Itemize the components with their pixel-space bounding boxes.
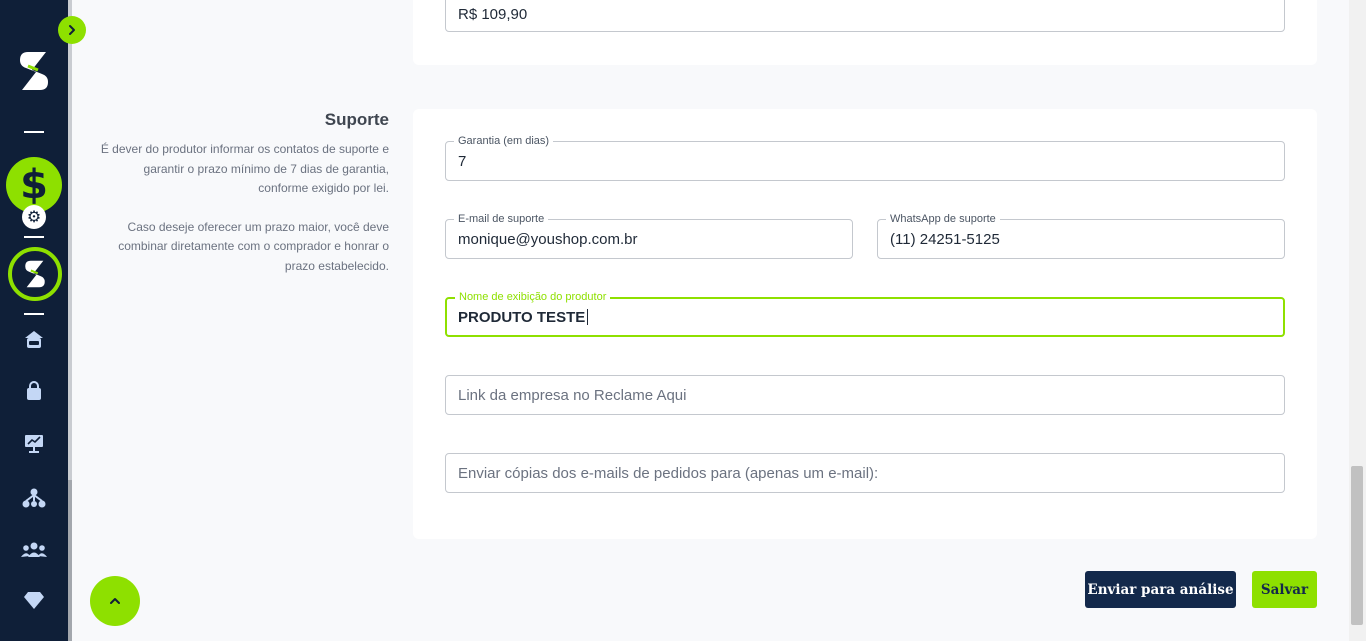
settings-button[interactable]: ⚙	[22, 205, 46, 229]
page-scrollbar-thumb[interactable]	[1351, 466, 1363, 625]
app-switcher[interactable]	[8, 247, 62, 301]
save-button[interactable]: Salvar	[1252, 571, 1317, 608]
presentation-chart-icon	[25, 435, 43, 453]
sidebar-divider	[24, 236, 44, 238]
brand-s-icon	[25, 260, 45, 288]
shop-icon	[25, 331, 43, 348]
reclame-aqui-link-field[interactable]: Link da empresa no Reclame Aqui	[445, 375, 1285, 415]
guarantee-days-label: Garantia (em dias)	[454, 134, 554, 148]
diamond-icon	[24, 592, 44, 609]
network-icon	[22, 488, 46, 508]
sidebar-divider	[24, 131, 44, 133]
text-caret	[587, 309, 589, 325]
sidebar-scrollbar-thumb[interactable]	[68, 480, 72, 641]
dollar-icon: $	[20, 162, 48, 208]
sidebar-divider	[24, 313, 44, 315]
support-description-paragraph: Caso deseje oferecer um prazo maior, voc…	[118, 219, 389, 273]
bag-icon	[27, 381, 41, 400]
order-email-copies-field[interactable]: Enviar cópias dos e-mails de pedidos par…	[445, 453, 1285, 493]
brand-logo[interactable]	[14, 48, 54, 94]
support-whatsapp-value: (11) 24251-5125	[890, 231, 1000, 248]
gear-icon: ⚙	[26, 207, 42, 226]
guarantee-days-value: 7	[458, 153, 467, 170]
support-email-value: monique@youshop.com.br	[458, 231, 638, 248]
nav-members[interactable]	[21, 537, 47, 563]
nav-shop[interactable]	[21, 327, 47, 353]
producer-display-name-field[interactable]: Nome de exibição do produtor PRODUTO TES…	[445, 290, 1285, 337]
support-section-title: Suporte	[324, 110, 389, 129]
chevron-right-icon	[69, 25, 75, 35]
producer-display-name-text: PRODUTO TESTE	[458, 309, 586, 326]
submit-for-review-button[interactable]: Enviar para análise	[1085, 571, 1236, 608]
nav-affiliates[interactable]	[21, 485, 47, 511]
support-description-paragraph: É dever do produtor informar os contatos…	[100, 142, 389, 195]
support-whatsapp-label: WhatsApp de suporte	[886, 212, 1000, 226]
support-section-description: É dever do produtor informar os contatos…	[100, 140, 389, 276]
users-icon	[21, 542, 47, 557]
producer-display-name-label: Nome de exibição do produtor	[455, 290, 611, 304]
support-whatsapp-field[interactable]: WhatsApp de suporte (11) 24251-5125	[877, 212, 1285, 259]
nav-products[interactable]	[21, 378, 47, 404]
sidebar-expand-button[interactable]	[58, 16, 86, 44]
nav-premium[interactable]	[21, 587, 47, 613]
support-email-field[interactable]: E-mail de suporte monique@youshop.com.br	[445, 212, 853, 259]
price-field[interactable]: R$ 109,90	[445, 0, 1285, 32]
order-email-copies-placeholder: Enviar cópias dos e-mails de pedidos par…	[458, 465, 879, 482]
price-value: R$ 109,90	[458, 6, 528, 23]
support-email-label: E-mail de suporte	[454, 212, 549, 226]
guarantee-days-field[interactable]: Garantia (em dias) 7	[445, 134, 1285, 181]
chevron-up-icon	[110, 598, 120, 604]
nav-reports[interactable]	[21, 430, 47, 456]
scroll-to-top-button[interactable]	[90, 576, 140, 626]
producer-display-name-value: PRODUTO TESTE	[458, 309, 589, 327]
reclame-aqui-link-placeholder: Link da empresa no Reclame Aqui	[458, 387, 687, 404]
